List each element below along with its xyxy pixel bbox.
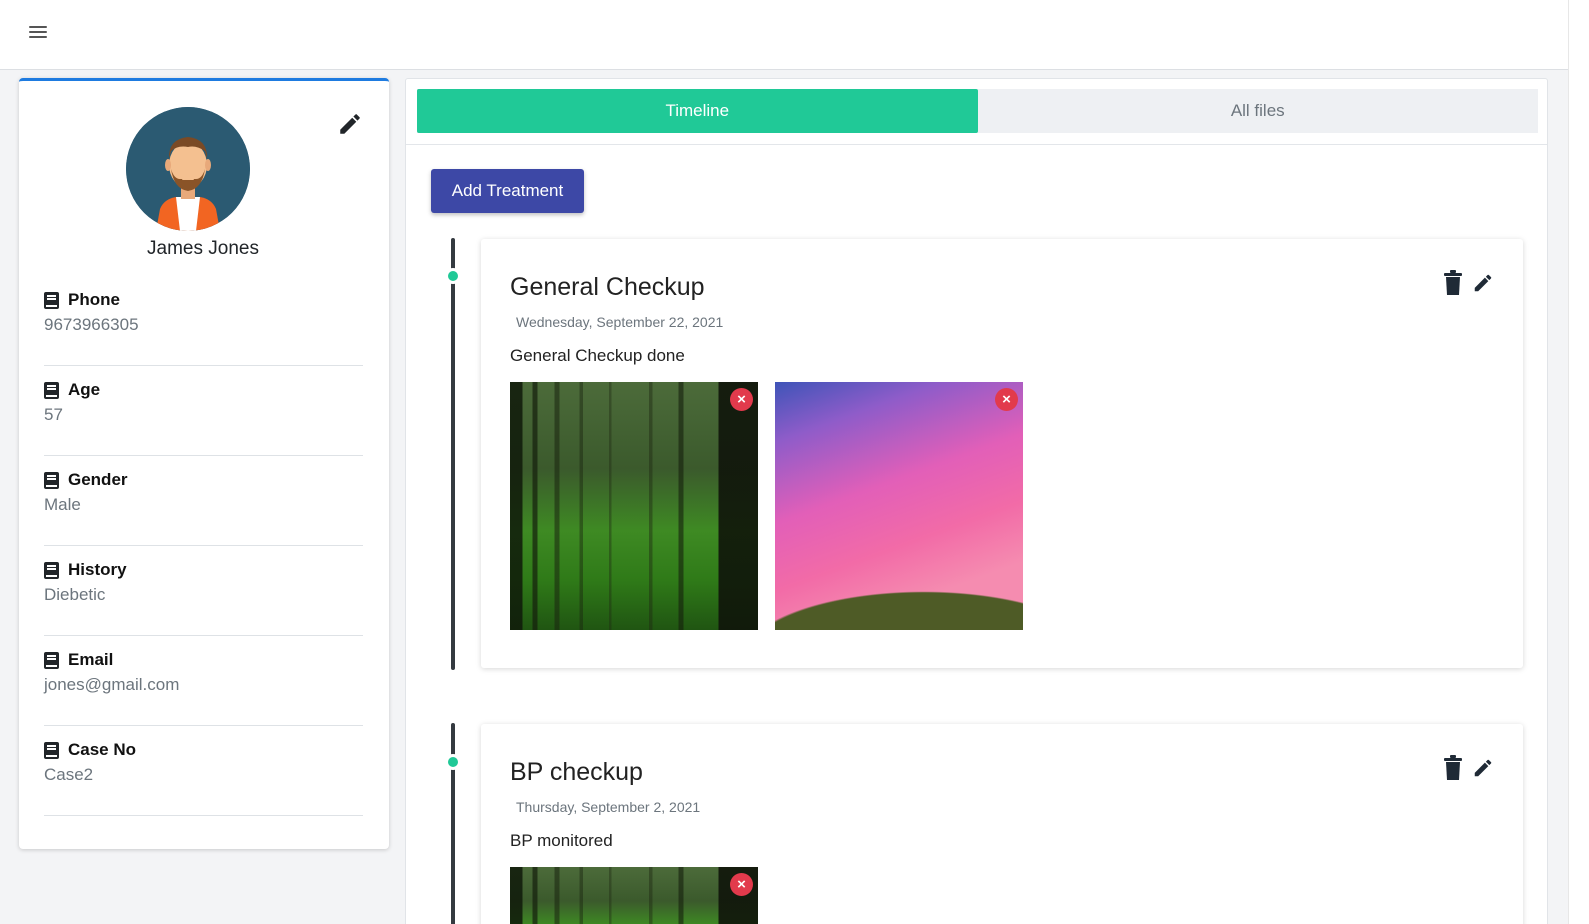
page-scrollbar[interactable] [1568,0,1589,924]
field-value: Diebetic [44,585,106,604]
field-email: Email jones@gmail.com [44,636,363,726]
field-label: Phone [68,290,120,309]
timeline-line [451,238,455,670]
field-value: 57 [44,405,63,424]
field-age: Age 57 [44,366,363,456]
tab-timeline[interactable]: Timeline [417,89,978,133]
forest-photo[interactable]: × [510,867,758,924]
treatment-title: General Checkup [510,273,705,301]
pencil-icon[interactable] [1472,270,1494,296]
field-value: 9673966305 [44,315,139,334]
pencil-icon[interactable] [1472,755,1494,781]
remove-image-icon[interactable]: × [995,388,1018,411]
field-value: Male [44,495,81,514]
add-treatment-button[interactable]: Add Treatment [431,169,584,213]
patient-name: James Jones [147,238,259,259]
divider [406,144,1547,145]
field-label: Gender [68,470,128,489]
treatment-description: General Checkup done [510,346,685,365]
treatment-date: Wednesday, September 22, 2021 [516,314,724,330]
field-label: Age [68,380,101,399]
trash-icon[interactable] [1442,270,1464,296]
hamburger-menu-icon[interactable] [29,24,47,40]
field-gender: Gender Male [44,456,363,546]
treatment-title: BP checkup [510,758,643,786]
treatment-actions [1442,270,1494,296]
tab-all-files[interactable]: All files [978,89,1539,133]
avatar [126,107,250,231]
timeline-dot [445,754,461,770]
field-value: Case2 [44,765,94,784]
pink-sky-hill-photo[interactable]: × [775,382,1023,630]
treatment-card: General Checkup Wednesday, September 22,… [481,239,1523,668]
tab-bar: Timeline All files [417,89,1538,133]
book-icon [44,651,59,669]
remove-image-icon[interactable]: × [730,388,753,411]
book-icon [44,471,59,489]
field-history: History Diebetic [44,546,363,636]
treatment-description: BP monitored [510,831,613,850]
top-navbar [0,0,1568,70]
book-icon [44,381,59,399]
treatment-card: BP checkup Thursday, September 2, 2021 B… [481,724,1523,924]
treatment-date: Thursday, September 2, 2021 [516,799,701,815]
book-icon [44,741,59,759]
patient-profile-card: James Jones Phone 9673966305 Age 57 Gend… [19,78,389,849]
treatment-panel: Timeline All files Add Treatment General… [405,78,1548,924]
field-label: Case No [68,740,137,759]
remove-image-icon[interactable]: × [730,873,753,896]
book-icon [44,561,59,579]
trash-icon[interactable] [1442,755,1464,781]
pencil-icon[interactable] [337,111,363,137]
timeline-dot [445,268,461,284]
book-icon [44,291,59,309]
field-phone: Phone 9673966305 [44,276,363,366]
field-label: History [68,560,127,579]
field-label: Email [68,650,114,669]
field-case-no: Case No Case2 [44,726,363,816]
treatment-actions [1442,755,1494,781]
field-value: jones@gmail.com [44,675,180,694]
forest-photo[interactable]: × [510,382,758,630]
